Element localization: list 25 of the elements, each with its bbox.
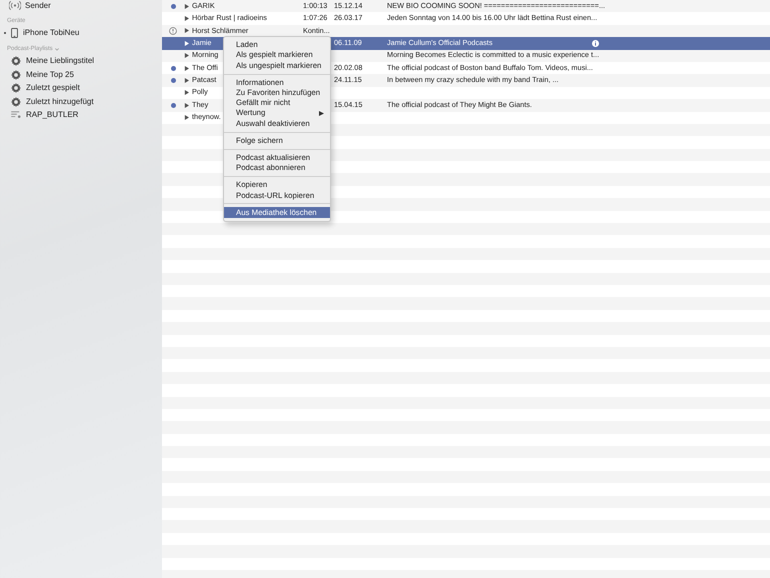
disclosure-arrow-icon[interactable] (184, 66, 189, 71)
gear-icon (11, 96, 21, 107)
sidebar-item[interactable]: RAP_BUTLER (26, 109, 78, 122)
disclosure-arrow-icon[interactable] (184, 90, 189, 96)
disclosure-arrow-icon[interactable] (184, 40, 189, 46)
disclosure-arrow-icon[interactable] (184, 115, 189, 120)
info-icon[interactable] (592, 40, 599, 47)
disclosure-arrow-icon[interactable] (184, 28, 189, 34)
sidebar-item[interactable]: Meine Lieblingstitel (26, 55, 94, 68)
gear-icon (11, 83, 21, 94)
sidebar-item[interactable]: Zuletzt hinzugefügt (26, 96, 94, 108)
sidebar-item[interactable]: Sender (25, 0, 51, 12)
disclosure-arrow-icon[interactable] (184, 53, 189, 58)
disclosure-arrow-icon[interactable] (184, 78, 189, 84)
sidebar-item[interactable]: iPhone TobiNeu (23, 26, 80, 39)
sidebar-item[interactable]: Meine Top 25 (26, 68, 74, 81)
disclosure-arrow-icon[interactable] (184, 102, 189, 108)
gear-icon (11, 56, 21, 66)
broadcast-icon (9, 1, 21, 10)
sidebar-item[interactable]: Zuletzt gespielt (26, 82, 80, 94)
disclosure-arrow-icon[interactable] (184, 4, 189, 9)
phone-icon (11, 28, 18, 38)
gear-icon (11, 70, 21, 80)
playlist-icon (11, 111, 21, 120)
disclosure-arrow-icon[interactable] (184, 16, 189, 22)
